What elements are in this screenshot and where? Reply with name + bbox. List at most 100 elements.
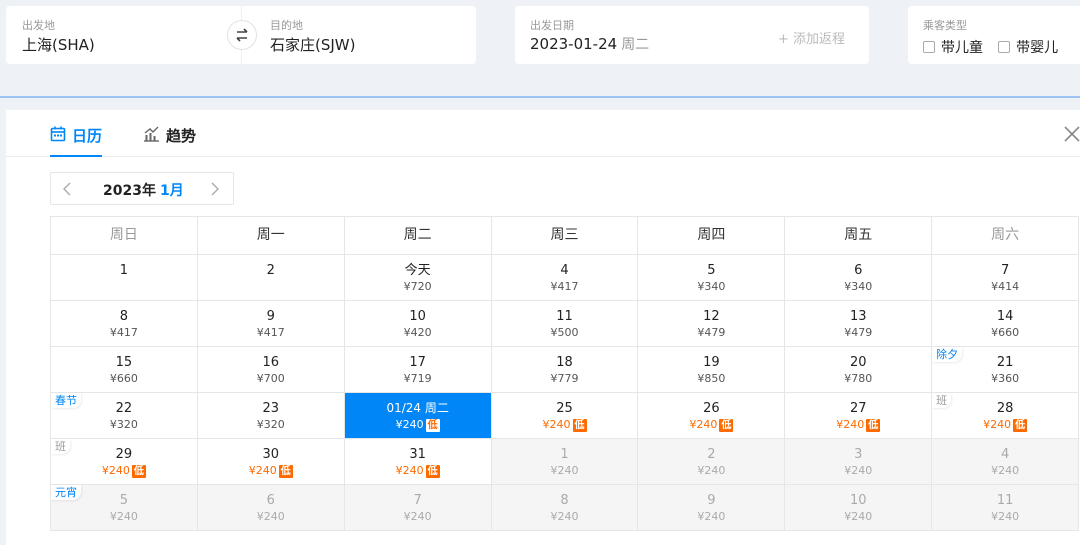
calendar-day[interactable]: 26 ¥240 低: [638, 393, 786, 439]
calendar-day[interactable]: 30 ¥240 低: [197, 439, 345, 485]
close-icon[interactable]: [1062, 124, 1080, 144]
day-price: ¥240: [395, 464, 424, 477]
calendar-day[interactable]: 8 ¥417: [51, 301, 198, 347]
calendar-day-selected[interactable]: 01/24 周二 ¥240 低: [344, 393, 492, 439]
tab-calendar[interactable]: 日历: [50, 125, 103, 157]
calendar-day[interactable]: 12 ¥479: [638, 301, 786, 347]
calendar-day[interactable]: 班 28 ¥240 低: [932, 393, 1080, 439]
calendar-day[interactable]: 8 ¥240: [491, 485, 639, 531]
tab-calendar-label: 日历: [72, 127, 103, 145]
calendar-day[interactable]: 7 ¥414: [932, 255, 1080, 301]
day-number: 2: [266, 263, 275, 278]
calendar-day[interactable]: 16 ¥700: [197, 347, 345, 393]
calendar-day[interactable]: 5 ¥340: [638, 255, 786, 301]
calendar-day[interactable]: 1: [51, 255, 198, 301]
day-price-row: ¥479: [785, 326, 931, 340]
weekday-header: 周日 周一 周二 周三 周四 周五 周六: [51, 217, 1080, 255]
day-price-row: ¥240: [638, 510, 784, 524]
low-price-badge: 低: [719, 419, 734, 432]
day-number: 1: [560, 447, 569, 462]
low-price-badge: 低: [131, 465, 146, 478]
calendar-day[interactable]: 2 ¥240: [638, 439, 786, 485]
low-price-badge: 低: [425, 465, 440, 478]
to-input[interactable]: 石家庄(SJW): [270, 34, 355, 55]
infant-checkbox[interactable]: 带婴儿: [998, 40, 1058, 56]
from-input[interactable]: 上海(SHA): [22, 34, 95, 55]
calendar-day[interactable]: 今天 ¥720: [344, 255, 492, 301]
month-navigator: 2023年 1月: [50, 172, 234, 205]
calendar-day[interactable]: 9 ¥417: [197, 301, 345, 347]
day-price-row: ¥417: [51, 326, 197, 340]
day-price: ¥420: [403, 326, 432, 339]
day-number: 9: [266, 309, 275, 324]
calendar-day[interactable]: 10 ¥420: [344, 301, 492, 347]
calendar-day[interactable]: 18 ¥779: [491, 347, 639, 393]
weekday-header-cell: 周四: [638, 217, 786, 255]
date-input[interactable]: 2023-01-24 周二: [530, 34, 649, 54]
checkbox-icon: [998, 41, 1011, 53]
calendar-day[interactable]: 7 ¥240: [344, 485, 492, 531]
calendar-day[interactable]: 15 ¥660: [51, 347, 198, 393]
calendar-day[interactable]: 25 ¥240 低: [491, 393, 639, 439]
calendar-day[interactable]: 春节 22 ¥320: [51, 393, 198, 439]
calendar-day[interactable]: 班 29 ¥240 低: [51, 439, 198, 485]
day-price-row: ¥700: [198, 372, 344, 386]
calendar-day[interactable]: 6 ¥240: [197, 485, 345, 531]
calendar-day[interactable]: 元宵 5 ¥240: [51, 485, 198, 531]
calendar-day[interactable]: 17 ¥719: [344, 347, 492, 393]
calendar-day[interactable]: 27 ¥240 低: [785, 393, 933, 439]
calendar-week-row: 15 ¥660 16 ¥700 17 ¥719 18 ¥779 19 ¥850 20 ¥780 除夕 21…: [51, 347, 1080, 393]
day-price-row: ¥320: [198, 418, 344, 432]
day-price-row: ¥500: [492, 326, 638, 340]
day-price-row: ¥779: [492, 372, 638, 386]
chevron-right-icon[interactable]: [207, 181, 221, 197]
calendar-day[interactable]: 23 ¥320: [197, 393, 345, 439]
weekday-header-cell: 周日: [51, 217, 198, 255]
day-price-row: ¥240: [932, 464, 1078, 478]
day-price-row: ¥414: [932, 280, 1078, 294]
calendar-day[interactable]: 9 ¥240: [638, 485, 786, 531]
day-price-row: ¥240 低: [345, 464, 491, 478]
day-price-row: ¥240: [198, 510, 344, 524]
checkbox-icon: [923, 41, 935, 53]
swap-button[interactable]: [227, 20, 257, 50]
day-number: 8: [119, 309, 129, 324]
calendar-day[interactable]: 1 ¥240: [491, 439, 639, 485]
calendar-grid: 周日 周一 周二 周三 周四 周五 周六 1 2 今天 ¥720 4 ¥417 5 ¥340 6 ¥340 7 ¥…: [50, 216, 1080, 531]
low-price-badge: 低: [278, 465, 293, 478]
tab-trend[interactable]: 趋势: [143, 125, 196, 157]
weekday-header-cell: 周一: [197, 217, 345, 255]
day-number: 8: [560, 493, 569, 508]
weekday-header-cell: 周三: [491, 217, 639, 255]
calendar-day[interactable]: 4 ¥240: [932, 439, 1080, 485]
holiday-badge: 班: [51, 439, 70, 454]
add-return-button[interactable]: + 添加返程: [778, 28, 845, 47]
day-number: 18: [556, 355, 573, 370]
calendar-day[interactable]: 2: [197, 255, 345, 301]
day-price: ¥240: [689, 418, 718, 431]
calendar-day[interactable]: 3 ¥240: [785, 439, 933, 485]
day-price: ¥240: [844, 464, 873, 477]
day-price: ¥240: [697, 464, 726, 477]
calendar-day[interactable]: 19 ¥850: [638, 347, 786, 393]
calendar-day[interactable]: 10 ¥240: [785, 485, 933, 531]
tab-trend-label: 趋势: [166, 127, 197, 145]
calendar-day[interactable]: 13 ¥479: [785, 301, 933, 347]
day-number: 29: [115, 447, 133, 462]
calendar-day[interactable]: 11 ¥500: [491, 301, 639, 347]
calendar-day[interactable]: 11 ¥240: [932, 485, 1080, 531]
calendar-day[interactable]: 14 ¥660: [932, 301, 1080, 347]
day-price-row: ¥340: [638, 280, 784, 294]
calendar-day[interactable]: 6 ¥340: [785, 255, 933, 301]
day-price: ¥850: [697, 372, 726, 385]
day-price-row: ¥420: [345, 326, 491, 340]
child-checkbox[interactable]: 带儿童: [923, 40, 983, 56]
calendar-day[interactable]: 20 ¥780: [785, 347, 933, 393]
day-price: ¥500: [550, 326, 579, 339]
calendar-day[interactable]: 4 ¥417: [491, 255, 639, 301]
chevron-left-icon[interactable]: [61, 181, 75, 197]
day-price: ¥479: [844, 326, 873, 339]
day-price-row: ¥240 低: [638, 418, 784, 432]
calendar-day[interactable]: 除夕 21 ¥360: [932, 347, 1080, 393]
calendar-day[interactable]: 31 ¥240 低: [344, 439, 492, 485]
